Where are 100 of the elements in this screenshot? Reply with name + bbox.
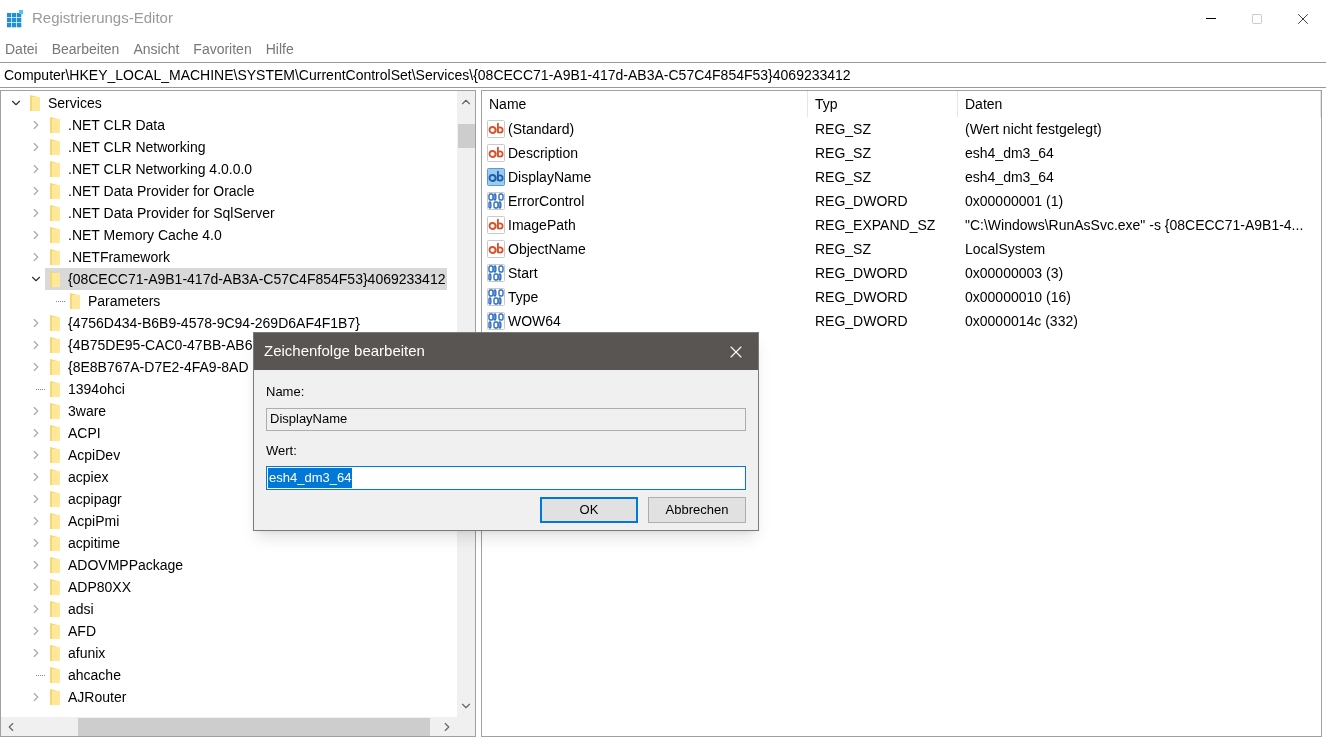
tree-item[interactable]: .NETFramework	[45, 246, 172, 268]
value-type: REG_SZ	[814, 167, 872, 187]
tree-item[interactable]: {4756D434-B6B9-4578-9C94-269D6AF4F1B7}	[45, 312, 362, 334]
minimize-icon	[1206, 18, 1216, 19]
tree-item[interactable]: acpipagr	[45, 488, 124, 510]
window-title: Registrierungs-Editor	[32, 8, 173, 29]
column-header[interactable]: Typ	[808, 91, 958, 117]
folder-icon	[49, 446, 61, 464]
folder-icon	[49, 578, 61, 596]
tree-item[interactable]: Parameters	[65, 290, 163, 312]
folder-icon	[49, 116, 61, 134]
folder-icon	[49, 556, 61, 574]
value-name[interactable]: ImagePath	[508, 214, 576, 236]
tree-item[interactable]: adsi	[45, 598, 96, 620]
value-name[interactable]: ObjectName	[508, 238, 586, 260]
folder-icon	[49, 666, 61, 684]
value-name[interactable]: Description	[508, 142, 579, 164]
value-name[interactable]: DisplayName	[508, 166, 592, 188]
folder-icon	[49, 600, 61, 618]
folder-icon	[49, 248, 61, 266]
value-data: (Wert nicht festgelegt)	[964, 119, 1103, 139]
folder-icon	[49, 358, 61, 376]
tree-item[interactable]: ADOVMPPackage	[45, 554, 186, 576]
folder-icon	[49, 622, 61, 640]
tree-item[interactable]: .NET Data Provider for Oracle	[45, 180, 257, 202]
tree-item[interactable]: {4B75DE95-CAC0-47BB-AB6	[45, 334, 255, 356]
tree-item[interactable]: .NET CLR Networking	[45, 136, 208, 158]
folder-icon	[49, 644, 61, 662]
menu-item[interactable]: Hilfe	[265, 39, 294, 60]
folder-icon	[49, 182, 61, 200]
tree-item[interactable]: {8E8B767A-D7E2-4FA9-8AD	[45, 356, 251, 378]
folder-icon	[49, 336, 61, 354]
tree-item[interactable]: 1394ohci	[45, 378, 127, 400]
tree-item[interactable]: AFD	[45, 620, 98, 642]
folder-icon	[49, 314, 61, 332]
value-type: REG_EXPAND_SZ	[814, 215, 937, 235]
scrollbar-thumb[interactable]	[457, 124, 475, 148]
folder-icon	[49, 226, 61, 244]
registry-icon	[6, 9, 24, 28]
menu-item[interactable]: Favoriten	[193, 39, 252, 60]
maximize-icon	[1251, 12, 1263, 25]
tree-item[interactable]: .NET CLR Networking 4.0.0.0	[45, 158, 255, 180]
tree-item[interactable]: acpiex	[45, 466, 111, 488]
tree-item[interactable]: afunix	[45, 642, 108, 664]
folder-icon	[49, 512, 61, 530]
column-header[interactable]: Name	[482, 91, 808, 117]
value-field[interactable]: esh4_dm3_64	[266, 466, 746, 490]
name-field[interactable]: DisplayName	[266, 407, 746, 431]
folder-icon	[49, 270, 61, 288]
menu-item[interactable]: Datei	[5, 39, 38, 60]
tree-item[interactable]: AcpiDev	[45, 444, 123, 466]
field-label: Wert:	[266, 441, 298, 460]
tree-item[interactable]: ahcache	[45, 664, 123, 686]
value-type: REG_SZ	[814, 143, 872, 163]
menu-item[interactable]: Bearbeiten	[51, 39, 120, 60]
value-type: REG_DWORD	[814, 191, 909, 211]
folder-icon	[69, 292, 81, 310]
dialog-button[interactable]: Abbrechen	[648, 497, 746, 523]
folder-icon	[49, 160, 61, 178]
value-name[interactable]: Start	[508, 262, 538, 284]
horizontal-scrollbar[interactable]	[1, 717, 457, 736]
folder-icon	[49, 204, 61, 222]
menu-item[interactable]: Ansicht	[133, 39, 180, 60]
value-name[interactable]: ErrorControl	[508, 190, 585, 212]
tree-item[interactable]: acpitime	[45, 532, 123, 554]
value-data: LocalSystem	[964, 239, 1047, 259]
folder-icon	[49, 490, 61, 508]
tree-item[interactable]: .NET CLR Data	[45, 114, 167, 136]
tree-item[interactable]: Services	[25, 92, 104, 114]
field-label: Name:	[266, 383, 306, 401]
tree-item[interactable]: {08CECC71-A9B1-417d-AB3A-C57C4F854F53}4069233412	[45, 268, 448, 290]
folder-icon	[49, 534, 61, 552]
folder-icon	[49, 424, 61, 442]
value-name[interactable]: WOW64	[508, 310, 561, 332]
value-data: esh4_dm3_64	[964, 143, 1055, 163]
value-data: 0x00000001 (1)	[964, 191, 1065, 211]
value-data: 0x0000014c (332)	[964, 311, 1079, 331]
value-data: "C:\Windows\RunAsSvc.exe" -s {08CECC71-A9B1-4...	[964, 215, 1305, 235]
value-type: REG_DWORD	[814, 263, 909, 283]
tree-item[interactable]: ADP80XX	[45, 576, 134, 598]
folder-icon	[49, 380, 61, 398]
scrollbar-thumb[interactable]	[78, 717, 430, 736]
value-type: REG_DWORD	[814, 287, 909, 307]
tree-item[interactable]: AcpiPmi	[45, 510, 122, 532]
tree-item[interactable]: .NET Memory Cache 4.0	[45, 224, 224, 246]
folder-icon	[49, 468, 61, 486]
address-bar[interactable]: Computer\HKEY_LOCAL_MACHINE\SYSTEM\CurrentControlSet\Services\{08CECC71-A9B1-417d-AB3A-C57C4F854F53}4069233412	[0, 62, 1326, 88]
tree-item[interactable]: 3ware	[45, 400, 109, 422]
tree-item[interactable]: .NET Data Provider for SqlServer	[45, 202, 277, 224]
column-header[interactable]: Daten	[958, 91, 1321, 117]
value-type: REG_SZ	[814, 119, 872, 139]
value-data: esh4_dm3_64	[964, 167, 1055, 187]
value-name[interactable]: (Standard)	[508, 118, 575, 140]
tree-item[interactable]: ACPI	[45, 422, 103, 444]
value-name[interactable]: Type	[508, 286, 539, 308]
dialog-button[interactable]: OK	[540, 497, 638, 523]
value-data: 0x00000010 (16)	[964, 287, 1072, 307]
value-type: REG_DWORD	[814, 311, 909, 331]
dialog-title: Zeichenfolge bearbeiten	[264, 341, 425, 362]
tree-item[interactable]: AJRouter	[45, 686, 129, 708]
